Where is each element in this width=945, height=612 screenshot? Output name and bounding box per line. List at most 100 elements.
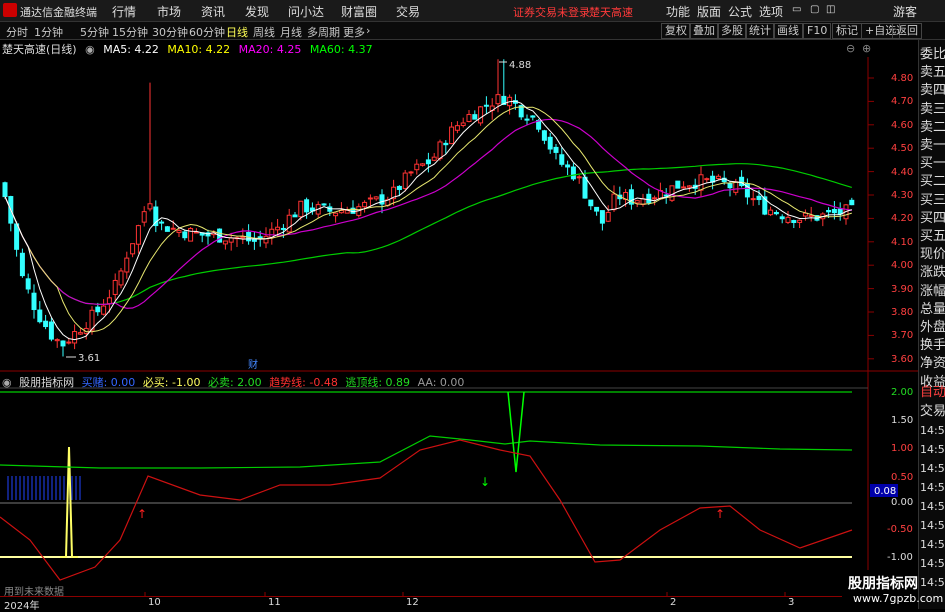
sidebar-item[interactable]: 卖三 <box>920 101 945 118</box>
sidebar-item[interactable]: 卖四 <box>920 82 945 99</box>
period-toolbar: 分时 1分钟 5分钟 15分钟 30分钟 60分钟 日线 周线 月线 多周期 更… <box>0 22 945 40</box>
candle-body <box>733 181 739 193</box>
candle-body <box>449 126 455 145</box>
candle-body <box>275 226 281 231</box>
sidebar-item[interactable]: 卖一 <box>920 137 945 154</box>
sidebar-item[interactable]: 涨跌 <box>920 264 945 281</box>
candle-body <box>414 163 420 171</box>
candle-body <box>425 159 431 165</box>
candle-body <box>756 195 762 201</box>
candle-body <box>222 240 228 245</box>
period-30min[interactable]: 30分钟 <box>152 24 188 40</box>
period-monthly[interactable]: 月线 <box>280 24 302 40</box>
candle-body <box>652 197 658 200</box>
candle-body <box>570 166 576 180</box>
menu-options[interactable]: 选项 <box>759 3 783 20</box>
sidebar-item[interactable]: 买三 <box>920 192 945 209</box>
candle-body <box>454 125 460 131</box>
sidebar-lower-item[interactable]: 14:56 <box>920 441 945 458</box>
candle-body <box>483 104 489 107</box>
menu-ask[interactable]: 问小达 <box>288 3 324 20</box>
candle-body <box>669 185 675 201</box>
sidebar-item[interactable]: 买一 <box>920 155 945 172</box>
candle-body <box>19 252 25 277</box>
sidebar-lower-item[interactable]: 14:56 <box>920 536 945 553</box>
sidebar-item[interactable]: 外盘 <box>920 319 945 336</box>
draw-line-button[interactable]: 画线 <box>773 23 803 39</box>
menu-quotes[interactable]: 行情 <box>112 3 136 20</box>
period-daily[interactable]: 日线 <box>226 24 248 40</box>
x-label-12: 12 <box>406 597 419 608</box>
period-multi[interactable]: 多周期 <box>307 24 340 40</box>
restore-icon[interactable]: ◫ <box>826 4 835 15</box>
sidebar-lower-item[interactable]: 14:56 <box>920 574 945 591</box>
overlay-button[interactable]: 叠加 <box>689 23 719 39</box>
minimize-icon[interactable]: ▭ <box>792 4 801 15</box>
login-warning[interactable]: 证券交易未登录 <box>513 4 590 20</box>
chart-canvas[interactable]: 4.88 3.61 财 ↑ ↑ ↓ 0.08 <box>0 40 918 596</box>
chevron-right-icon[interactable]: › <box>366 24 370 37</box>
multi-stock-button[interactable]: 多股 <box>717 23 747 39</box>
yellow-spike <box>60 446 78 558</box>
price-axis-label: 4.40 <box>891 166 914 178</box>
sidebar-lower-item[interactable]: 14:56 <box>920 517 945 534</box>
period-more[interactable]: 更多 <box>343 24 365 40</box>
sidebar-item[interactable]: 涨幅 <box>920 283 945 300</box>
period-60min[interactable]: 60分钟 <box>189 24 225 40</box>
sidebar-item[interactable]: 委比 <box>920 46 945 63</box>
candle-body <box>704 178 710 181</box>
sidebar-lower-item[interactable]: 14:56 <box>920 555 945 572</box>
adjust-button[interactable]: 复权 <box>661 23 691 39</box>
candle-body <box>773 211 779 215</box>
sidebar-item[interactable]: 换手 <box>920 337 945 354</box>
sidebar-lower-item[interactable]: 自动 <box>920 384 945 401</box>
sidebar-item[interactable]: 净资 <box>920 355 945 372</box>
period-15min[interactable]: 15分钟 <box>112 24 148 40</box>
sidebar-item[interactable]: 卖二 <box>920 119 945 136</box>
sidebar-item[interactable]: 总量 <box>920 301 945 318</box>
candle-body <box>553 146 559 153</box>
mark-button[interactable]: 标记 <box>832 23 862 39</box>
ma60-line <box>4 163 852 306</box>
sidebar-item[interactable]: 买五 <box>920 228 945 245</box>
candle-body <box>106 297 112 305</box>
indicator-settings-icon[interactable]: ◉ <box>2 376 12 389</box>
period-5min[interactable]: 5分钟 <box>80 24 109 40</box>
menu-formula[interactable]: 公式 <box>728 3 752 20</box>
menu-discover[interactable]: 发现 <box>245 3 269 20</box>
f10-button[interactable]: F10 <box>803 23 832 39</box>
menu-news[interactable]: 资讯 <box>201 3 225 20</box>
candle-body <box>176 230 182 233</box>
sidebar-lower-item[interactable]: 14:56 <box>920 422 945 439</box>
menu-wealth[interactable]: 财富圈 <box>341 3 377 20</box>
sidebar-item[interactable]: 买二 <box>920 173 945 190</box>
candle-body <box>31 292 37 311</box>
period-1min[interactable]: 1分钟 <box>34 24 63 40</box>
finance-marker[interactable]: 财 <box>248 358 258 371</box>
sidebar-lower-item[interactable]: 14:56 <box>920 460 945 477</box>
price-axis-label: 4.50 <box>891 143 914 155</box>
menu-market[interactable]: 市场 <box>157 3 181 20</box>
sidebar-item[interactable]: 买四 <box>920 210 945 227</box>
back-button[interactable]: 返回 <box>892 23 922 39</box>
sidebar-lower-item[interactable]: 14:56 <box>920 498 945 515</box>
menu-trade[interactable]: 交易 <box>396 3 420 20</box>
candle-body <box>599 210 605 224</box>
sidebar-item[interactable]: 现价 <box>920 246 945 263</box>
candle-body <box>170 227 176 230</box>
period-tick[interactable]: 分时 <box>6 24 28 40</box>
must-buy-value: 必买: -1.00 <box>142 376 201 389</box>
sidebar-lower-item[interactable]: 14:56 <box>920 479 945 496</box>
sidebar-item[interactable]: 卖五 <box>920 64 945 81</box>
ma5-line <box>4 100 852 341</box>
statistics-button[interactable]: 统计 <box>745 23 775 39</box>
maximize-icon[interactable]: ▢ <box>810 4 819 15</box>
candle-body <box>675 180 681 189</box>
menu-layout[interactable]: 版面 <box>697 3 721 20</box>
period-weekly[interactable]: 周线 <box>253 24 275 40</box>
candle-body <box>594 206 600 212</box>
candle-body <box>43 320 49 328</box>
menu-function[interactable]: 功能 <box>666 3 690 20</box>
guest-label[interactable]: 游客 <box>893 3 917 20</box>
sidebar-lower-item[interactable]: 交易 <box>920 403 945 420</box>
